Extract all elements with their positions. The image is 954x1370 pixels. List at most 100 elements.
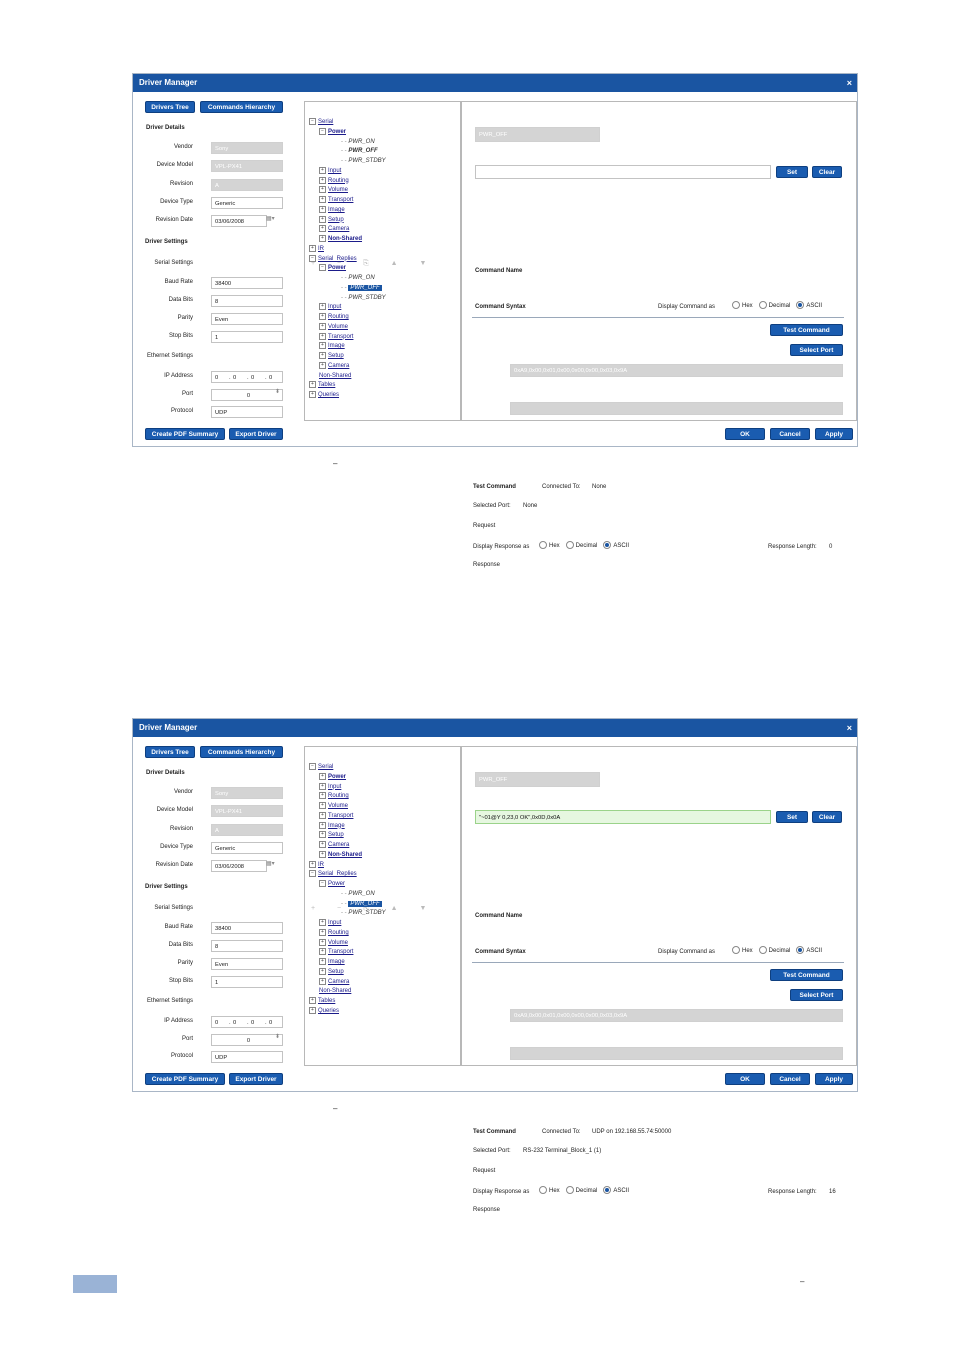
tree-row[interactable]: + Image: [309, 342, 386, 352]
tree-row[interactable]: - - PWR_OFF: [309, 284, 386, 294]
cancel-button[interactable]: Cancel: [770, 428, 810, 440]
expand-icon[interactable]: +: [319, 831, 326, 839]
data-select[interactable]: 8: [211, 940, 283, 952]
expand-icon[interactable]: +: [319, 332, 326, 340]
collapse-icon[interactable]: −: [309, 254, 316, 262]
tree-row[interactable]: − Serial: [309, 118, 386, 128]
ascii-radio[interactable]: [796, 946, 805, 955]
tree-row[interactable]: + Volume: [309, 322, 386, 333]
apply-button[interactable]: Apply: [815, 428, 853, 440]
tree-item-label[interactable]: PWR_STDBY: [348, 295, 385, 301]
tree-row[interactable]: - - PWR_OFF: [309, 147, 386, 157]
commands-hierarchy-button[interactable]: Commands Hierarchy: [200, 746, 283, 758]
expand-icon[interactable]: +: [319, 186, 326, 194]
tree-item-label[interactable]: Image: [328, 343, 345, 349]
decimal-radio[interactable]: [565, 541, 574, 550]
tree-item-label[interactable]: Queries: [318, 1008, 339, 1014]
tree-row[interactable]: − Serial_Replies: [309, 254, 386, 265]
clear-button[interactable]: Clear: [812, 166, 842, 178]
stop-select[interactable]: 1: [211, 976, 283, 988]
tree-row[interactable]: + Tables: [309, 381, 386, 391]
expand-icon[interactable]: +: [319, 841, 326, 848]
apply-button[interactable]: Apply: [815, 1073, 853, 1085]
expand-icon[interactable]: +: [319, 811, 326, 819]
expand-icon[interactable]: +: [319, 166, 326, 174]
tree-row[interactable]: + Transport: [309, 948, 386, 958]
tree-row[interactable]: + IR: [309, 860, 386, 871]
tree-row[interactable]: Non-Shared: [309, 987, 386, 997]
tree-row[interactable]: + Image: [309, 958, 386, 968]
tree-item-label[interactable]: Camera: [328, 979, 349, 985]
tree-row[interactable]: - - PWR_ON: [309, 890, 386, 900]
tree-row[interactable]: + Setup: [309, 215, 386, 226]
date-field[interactable]: 03/06/2008: [211, 215, 267, 227]
tree-item-label[interactable]: Input: [328, 784, 341, 790]
stop-select[interactable]: 1: [211, 331, 283, 343]
tree-row[interactable]: - - PWR_ON: [309, 274, 386, 284]
tree-item-label[interactable]: PWR_OFF: [348, 284, 382, 291]
tree-item-label[interactable]: PWR_STDBY: [348, 158, 385, 164]
data-select[interactable]: 8: [211, 295, 283, 307]
tree-item-label[interactable]: PWR_OFF: [348, 148, 377, 154]
tree-item-label[interactable]: PWR_ON: [348, 139, 374, 145]
tree-item-label[interactable]: Image: [328, 207, 345, 213]
cancel-button[interactable]: Cancel: [770, 1073, 810, 1085]
tree-item-label[interactable]: Routing: [328, 930, 349, 936]
set-button[interactable]: Set: [776, 166, 808, 178]
export-driver-button[interactable]: Export Driver: [229, 1073, 283, 1085]
collapse-icon[interactable]: −: [309, 118, 316, 125]
create-pdf-summary-button[interactable]: Create PDF Summary: [145, 1073, 225, 1085]
expand-icon[interactable]: +: [319, 928, 326, 936]
tree-row[interactable]: + Routing: [309, 313, 386, 323]
commands-hierarchy-button[interactable]: Commands Hierarchy: [200, 101, 283, 113]
tree-row[interactable]: − Serial: [309, 763, 386, 773]
expand-icon[interactable]: +: [319, 782, 326, 790]
tree-row[interactable]: - - PWR_ON: [309, 138, 386, 148]
hex-radio[interactable]: [732, 301, 740, 310]
tree-item-label[interactable]: Transport: [328, 813, 353, 819]
tree-item-label[interactable]: PWR_STDBY: [348, 910, 385, 916]
tree-row[interactable]: + Queries: [309, 391, 386, 401]
expand-icon[interactable]: +: [309, 391, 316, 398]
decimal-radio[interactable]: [565, 1186, 574, 1195]
baud-select[interactable]: 38400: [211, 922, 283, 934]
clear-button[interactable]: Clear: [812, 811, 842, 823]
tree-row[interactable]: + Input: [309, 166, 386, 177]
select-port-button[interactable]: Select Port: [790, 344, 843, 356]
port-stepper[interactable]: 0: [211, 389, 283, 401]
tree-row[interactable]: + Input: [309, 919, 386, 929]
tree-item-label[interactable]: Power: [328, 265, 346, 271]
expand-icon[interactable]: +: [319, 977, 326, 985]
expand-icon[interactable]: +: [319, 948, 326, 956]
tree-row[interactable]: + Routing: [309, 792, 386, 802]
tree-item-label[interactable]: Setup: [328, 217, 344, 223]
expand-icon[interactable]: +: [319, 967, 326, 975]
calendar-icon[interactable]: ▦▾: [266, 860, 275, 867]
tree-row[interactable]: + Camera: [309, 841, 386, 851]
tree-item-label[interactable]: Transport: [328, 334, 353, 340]
select-port-button[interactable]: Select Port: [790, 989, 843, 1001]
tree-row[interactable]: + Input: [309, 782, 386, 793]
export-driver-button[interactable]: Export Driver: [229, 428, 283, 440]
decimal-radio[interactable]: [758, 946, 767, 955]
expand-icon[interactable]: +: [309, 1006, 316, 1014]
tree-row[interactable]: - - PWR_STDBY: [309, 157, 386, 167]
tree-item-label[interactable]: IR: [318, 862, 324, 868]
tree-row[interactable]: + Transport: [309, 196, 386, 206]
expand-icon[interactable]: +: [319, 322, 326, 330]
tree-row[interactable]: + Routing: [309, 928, 386, 939]
tree-row[interactable]: + Camera: [309, 361, 386, 372]
tree-row[interactable]: + Queries: [309, 1006, 386, 1017]
tree-item-label[interactable]: Input: [328, 304, 341, 310]
type-field[interactable]: Generic: [211, 842, 283, 854]
tree-item-label[interactable]: Power: [328, 774, 346, 780]
ok-button[interactable]: OK: [725, 428, 765, 440]
hex-radio[interactable]: [732, 946, 740, 955]
tree-row[interactable]: - - PWR_STDBY: [309, 294, 386, 304]
tree-row[interactable]: + Non-Shared: [309, 850, 386, 861]
expand-icon[interactable]: +: [319, 361, 326, 369]
tree-item-label[interactable]: Non-Shared: [319, 373, 351, 379]
expand-icon[interactable]: +: [309, 244, 316, 252]
collapse-icon[interactable]: −: [309, 870, 316, 878]
tree-item-label[interactable]: Input: [328, 920, 341, 926]
